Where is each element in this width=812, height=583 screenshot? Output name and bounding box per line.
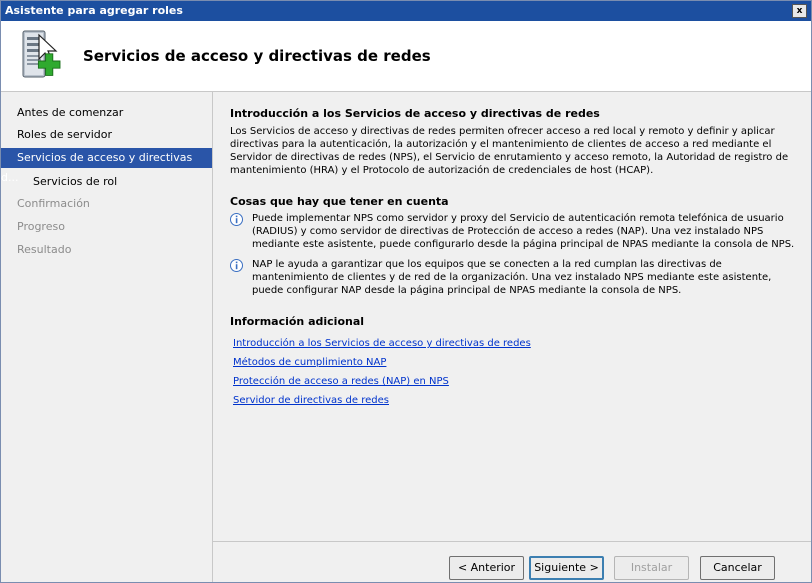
info-icon [230,213,243,226]
back-button[interactable]: < Anterior [449,556,524,580]
note-text: Puede implementar NPS como servidor y pr… [252,213,795,250]
close-icon[interactable]: x [792,4,807,18]
nav-item-label: Progreso [17,220,65,233]
link-intro-npas[interactable]: Introducción a los Servicios de acceso y… [233,338,531,349]
title-bar[interactable]: Asistente para agregar roles x [1,1,811,21]
nav-item-servicios-de-acceso[interactable]: Servicios de acceso y directivas d... [1,148,212,184]
note-item: Puede implementar NPS como servidor y pr… [230,212,795,254]
link-nps-server[interactable]: Servidor de directivas de redes [233,395,389,406]
wizard-window: Asistente para agregar roles x Servicios… [0,0,812,583]
nav-item-progreso: Progreso [1,217,212,237]
note-item: NAP le ayuda a garantizar que los equipo… [230,258,795,300]
intro-paragraph: Los Servicios de acceso y directivas de … [230,126,789,176]
install-button: Instalar [614,556,689,580]
notes-heading: Cosas que hay que tener en cuenta [230,195,449,208]
content-panel: Introducción a los Servicios de acceso y… [213,92,811,541]
info-icon [230,259,243,272]
link-nap-in-nps[interactable]: Protección de acceso a redes (NAP) en NP… [233,376,449,387]
note-text: NAP le ayuda a garantizar que los equipo… [252,259,772,296]
nav-item-label: Antes de comenzar [17,106,124,119]
nav-item-servicios-de-rol[interactable]: Servicios de rol [1,172,212,192]
nav-item-roles-de-servidor[interactable]: Roles de servidor [1,125,212,145]
cancel-button[interactable]: Cancelar [700,556,775,580]
nav-item-resultado: Resultado [1,240,212,260]
window-title: Asistente para agregar roles [5,4,183,17]
page-title: Servicios de acceso y directivas de rede… [83,47,431,65]
next-button[interactable]: Siguiente > [529,556,604,580]
nav-item-label: Servicios de rol [33,175,118,188]
wizard-steps-nav: Antes de comenzar Roles de servidor Serv… [1,92,213,582]
info-heading: Información adicional [230,315,365,328]
nav-item-label: Resultado [17,243,72,256]
link-nap-methods[interactable]: Métodos de cumplimiento NAP [233,357,386,368]
server-add-role-icon [22,30,61,78]
nav-item-antes-de-comenzar[interactable]: Antes de comenzar [1,103,212,123]
nav-item-label: Roles de servidor [17,128,112,141]
wizard-footer: < Anterior Siguiente > Instalar Cancelar [213,541,811,582]
nav-item-confirmacion: Confirmación [1,194,212,214]
wizard-header: Servicios de acceso y directivas de rede… [1,21,811,92]
intro-heading: Introducción a los Servicios de acceso y… [230,107,600,120]
nav-item-label: Confirmación [17,197,90,210]
